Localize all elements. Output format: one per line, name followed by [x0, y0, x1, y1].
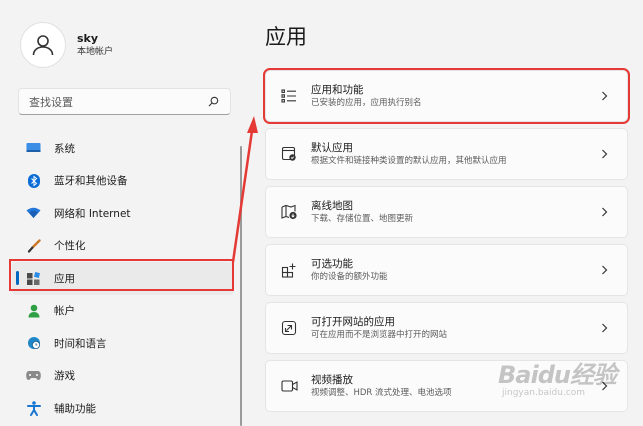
watermark: Baidu经验 jingyan.baidu.com: [498, 355, 617, 398]
watermark-logo-text: Baidu经验: [498, 361, 617, 389]
